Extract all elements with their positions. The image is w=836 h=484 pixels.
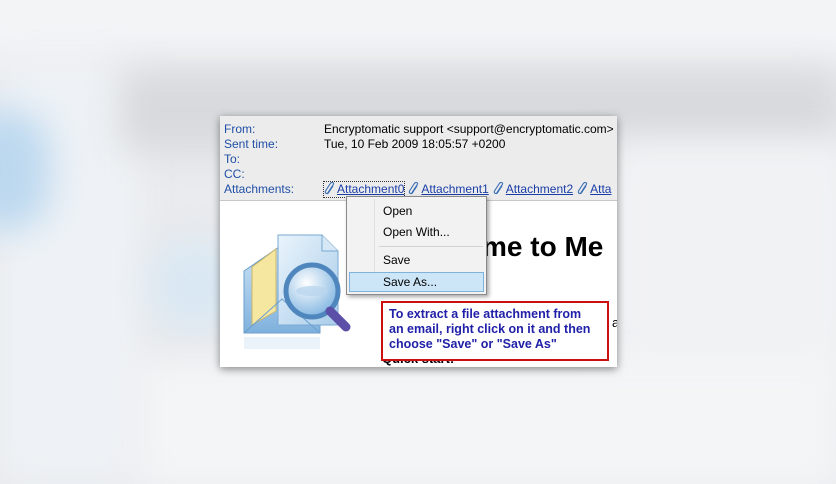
attachments-row: Attachments: Attachment0 Attachment1 Attac… bbox=[224, 181, 617, 198]
attachment-label: Atta bbox=[590, 182, 612, 196]
attachment-label: Attachment0 bbox=[337, 182, 405, 196]
attachments-label: Attachments: bbox=[224, 182, 295, 196]
menu-separator bbox=[379, 246, 483, 247]
body-text-fragment: a bbox=[612, 315, 617, 330]
attachment-link[interactable]: Atta bbox=[577, 181, 612, 197]
callout-line: an email, right click on it and then bbox=[389, 322, 591, 336]
menu-item-open-with[interactable]: Open With... bbox=[349, 222, 484, 242]
attachment-label: Attachment2 bbox=[505, 182, 574, 196]
attachment-link[interactable]: Attachment0 bbox=[322, 181, 406, 198]
attachment-link[interactable]: Attachment1 bbox=[408, 181, 489, 197]
attachment-list: Attachment0 Attachment1 Attachment2 Atta bbox=[322, 181, 615, 198]
email-header: From: Encryptomatic support <support@enc… bbox=[220, 116, 617, 201]
cc-label: CC: bbox=[224, 167, 245, 181]
callout-line: choose "Save" or "Save As" bbox=[389, 337, 557, 351]
paperclip-icon bbox=[577, 181, 589, 195]
instruction-callout: To extract a file attachment from an ema… bbox=[381, 301, 609, 361]
callout-line: To extract a file attachment from bbox=[389, 307, 582, 321]
welcome-heading: me to Me bbox=[482, 231, 604, 262]
paperclip-icon bbox=[408, 181, 420, 195]
from-value: Encryptomatic support <support@encryptom… bbox=[324, 122, 614, 136]
to-label: To: bbox=[224, 152, 241, 166]
menu-item-save[interactable]: Save bbox=[349, 250, 484, 270]
menu-item-save-as[interactable]: Save As... bbox=[349, 272, 484, 292]
attachment-link[interactable]: Attachment2 bbox=[493, 181, 574, 197]
from-label: From: bbox=[224, 122, 256, 136]
envelope-magnifier-logo bbox=[238, 229, 356, 361]
menu-item-open[interactable]: Open bbox=[349, 201, 484, 221]
paperclip-icon bbox=[493, 181, 505, 195]
paperclip-icon bbox=[324, 181, 336, 195]
context-menu: Open Open With... Save Save As... bbox=[346, 196, 487, 295]
attachment-label: Attachment1 bbox=[421, 182, 489, 196]
sent-value: Tue, 10 Feb 2009 18:05:57 +0200 bbox=[324, 137, 506, 151]
sent-label: Sent time: bbox=[224, 137, 279, 151]
